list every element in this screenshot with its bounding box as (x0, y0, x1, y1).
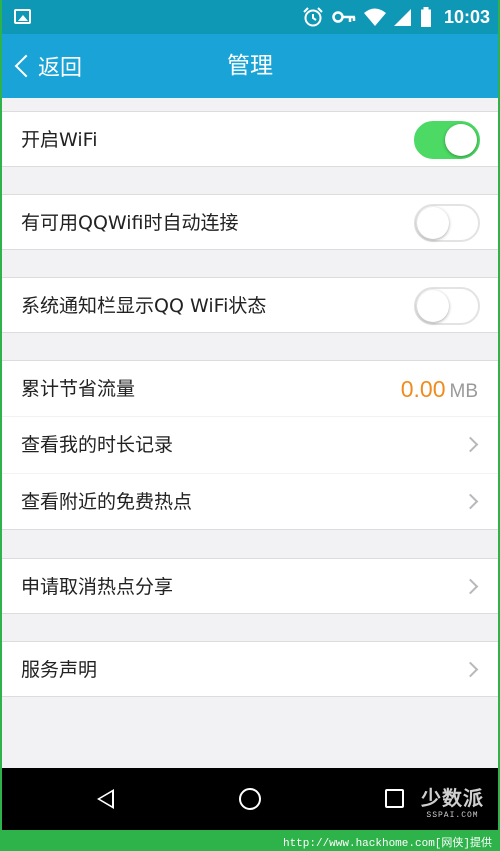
clock-time: 10:03 (443, 6, 490, 27)
setting-label: 查看附近的免费热点 (21, 491, 193, 513)
battery-icon (420, 7, 431, 27)
setting-row-nearby-hotspots[interactable]: 查看附近的免费热点 (2, 474, 498, 530)
auto-connect-toggle[interactable] (414, 204, 480, 242)
signal-icon (393, 9, 411, 26)
setting-row-notify-status: 系统通知栏显示QQ WiFi状态 (2, 277, 498, 333)
setting-row-cancel-share[interactable]: 申请取消热点分享 (2, 558, 498, 614)
watermark: 少数派 SSPAI.COM (421, 782, 484, 820)
watermark-text: 少数派 (421, 786, 484, 810)
toggle-knob (417, 207, 449, 239)
setting-label: 查看我的时长记录 (21, 434, 174, 456)
chevron-right-icon (462, 578, 479, 595)
system-nav-bar: 少数派 SSPAI.COM (2, 768, 498, 830)
key-icon (332, 11, 356, 23)
saved-traffic-value: 0.00 MB (401, 361, 478, 417)
chevron-right-icon (462, 661, 479, 678)
recents-square-icon (385, 789, 404, 808)
setting-row-wifi: 开启WiFi (2, 111, 498, 167)
phone-screen: 10:03 返回 管理 开启WiFi 有可用QQWifi时自动连接 系统通知栏显… (2, 0, 498, 830)
setting-label: 累计节省流量 (21, 378, 136, 400)
alarm-icon (303, 7, 323, 27)
notify-status-toggle[interactable] (414, 287, 480, 325)
recents-nav-button[interactable] (365, 768, 425, 830)
setting-row-auto-connect: 有可用QQWifi时自动连接 (2, 194, 498, 250)
traffic-number: 0.00 (400, 376, 446, 402)
setting-label: 开启WiFi (21, 129, 98, 151)
wifi-toggle[interactable] (414, 121, 480, 159)
setting-row-saved-traffic: 累计节省流量 0.00 MB (2, 360, 498, 416)
traffic-unit: MB (449, 381, 479, 402)
status-icons: 10:03 (302, 0, 490, 34)
setting-label: 有可用QQWifi时自动连接 (21, 212, 239, 234)
footer-text: http://www.hackhome.com[网侠]提供 (282, 838, 492, 850)
wifi-icon (363, 8, 386, 26)
back-nav-button[interactable] (77, 768, 137, 830)
home-circle-icon (239, 788, 261, 810)
setting-label: 服务声明 (21, 659, 98, 681)
watermark-subtext: SSPAI.COM (426, 811, 479, 820)
image-icon (14, 9, 31, 24)
nav-bar: 返回 管理 (2, 34, 498, 98)
chevron-right-icon (462, 436, 479, 453)
toggle-knob (417, 290, 449, 322)
back-triangle-icon (97, 789, 114, 809)
setting-label: 系统通知栏显示QQ WiFi状态 (21, 295, 267, 317)
setting-label: 申请取消热点分享 (21, 576, 174, 598)
status-bar: 10:03 (2, 0, 498, 34)
toggle-knob (445, 124, 477, 156)
source-footer: http://www.hackhome.com[网侠]提供 (0, 830, 500, 851)
chevron-right-icon (462, 493, 479, 510)
setting-row-duration-log[interactable]: 查看我的时长记录 (2, 417, 498, 473)
page-title: 管理 (227, 53, 273, 79)
setting-row-service-terms[interactable]: 服务声明 (2, 641, 498, 697)
home-nav-button[interactable] (220, 768, 280, 830)
